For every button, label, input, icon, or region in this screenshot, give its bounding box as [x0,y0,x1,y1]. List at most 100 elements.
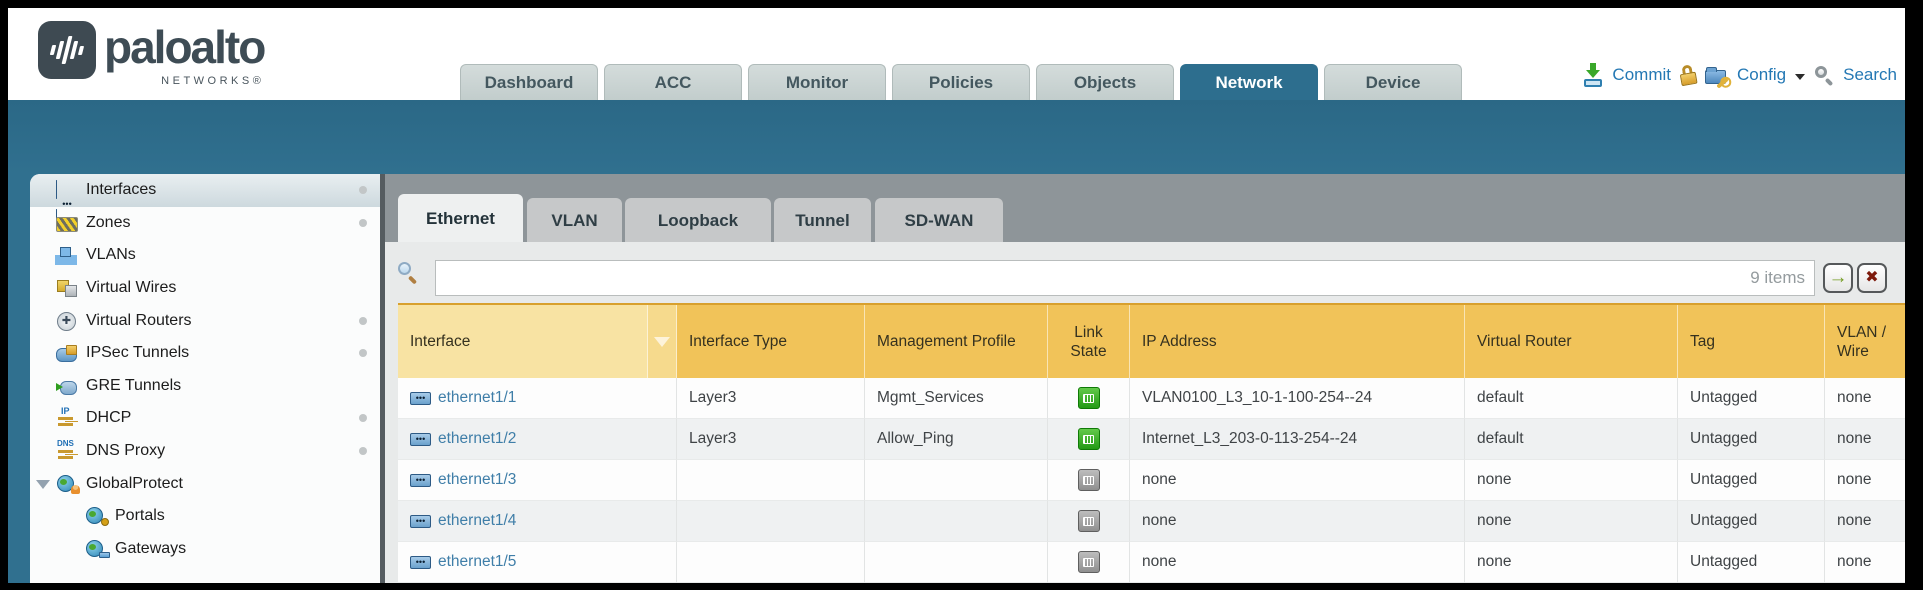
tab-acc[interactable]: ACC [604,64,742,100]
interface-link[interactable]: ethernet1/1 [438,389,516,407]
table-row[interactable]: ethernet1/3 none none Untagged none [398,460,1905,501]
status-dot [359,186,367,194]
column-header-ip-address[interactable]: IP Address [1130,305,1465,378]
column-header-tag[interactable]: Tag [1678,305,1825,378]
vlan-cell: none [1825,419,1905,460]
tab-loopback[interactable]: Loopback [625,198,771,242]
chevron-down-icon[interactable] [1795,74,1805,80]
interface-link[interactable]: ethernet1/5 [438,553,516,571]
sidebar-item-zones[interactable]: Zones [30,207,380,240]
ethernet-interfaces-icon [56,181,78,199]
interface-type-cell: Layer3 [677,378,865,419]
status-dot [359,349,367,357]
ipsec-tunnels-icon [56,344,78,362]
apply-filter-button[interactable]: → [1823,263,1853,293]
gateways-icon [85,540,107,558]
expand-triangle-icon[interactable] [36,480,50,489]
tab-objects[interactable]: Objects [1036,64,1174,100]
sidebar-item-vlans[interactable]: VLANs [30,239,380,272]
app-window: paloalto NETWORKS® Dashboard ACC Monitor… [8,8,1905,583]
column-header-management-profile[interactable]: Management Profile [865,305,1048,378]
interface-link[interactable]: ethernet1/3 [438,471,516,489]
brand-sub-wordmark: NETWORKS® [104,75,264,87]
mgmt-profile-cell [865,501,1048,542]
mgmt-profile-cell [865,542,1048,583]
tab-vlan[interactable]: VLAN [527,198,622,242]
filter-input[interactable] [435,260,1815,296]
sidebar-item-virtual-wires[interactable]: Virtual Wires [30,272,380,305]
column-header-interface[interactable]: Interface [398,305,648,378]
tab-policies[interactable]: Policies [892,64,1030,100]
interfaces-table: ethernet1/1 Layer3 Mgmt_Services VLAN010… [398,378,1905,583]
virtual-router-cell: default [1465,419,1678,460]
vlan-cell: none [1825,378,1905,419]
dns-proxy-icon [56,442,78,460]
virtual-router-cell: default [1465,378,1678,419]
sidebar-item-portals[interactable]: Portals [30,500,380,533]
mgmt-profile-cell [865,460,1048,501]
portals-icon [85,507,107,525]
interface-link[interactable]: ethernet1/2 [438,430,516,448]
sidebar-item-gateways[interactable]: Gateways [30,533,380,566]
table-row[interactable]: ethernet1/1 Layer3 Mgmt_Services VLAN010… [398,378,1905,419]
ip-address-cell: none [1130,460,1465,501]
status-dot [359,447,367,455]
vlan-cell: none [1825,501,1905,542]
vlan-cell: none [1825,542,1905,583]
sidebar-item-ipsec-tunnels[interactable]: IPSec Tunnels [30,337,380,370]
lock-icon[interactable] [1678,64,1697,86]
link-state-down-icon [1078,469,1100,491]
interface-link[interactable]: ethernet1/4 [438,512,516,530]
brand-wordmark: paloalto [104,21,264,73]
virtual-router-cell: none [1465,542,1678,583]
column-header-link-state[interactable]: Link State [1048,305,1130,378]
zones-icon [56,214,78,232]
tag-cell: Untagged [1678,378,1825,419]
virtual-router-cell: none [1465,460,1678,501]
search-icon [1814,65,1834,85]
column-header-interface-type[interactable]: Interface Type [677,305,865,378]
clear-filter-button[interactable]: ✖ [1857,263,1887,293]
ip-address-cell: none [1130,542,1465,583]
sidebar-item-virtual-routers[interactable]: Virtual Routers [30,304,380,337]
virtual-router-cell: none [1465,501,1678,542]
table-row[interactable]: ethernet1/4 none none Untagged none [398,501,1905,542]
sidebar-item-interfaces[interactable]: Interfaces [30,174,380,207]
virtual-routers-icon [56,312,78,330]
tab-sdwan[interactable]: SD-WAN [875,198,1003,242]
status-dot [359,219,367,227]
table-row[interactable]: ethernet1/2 Layer3 Allow_Ping Internet_L… [398,419,1905,460]
interface-type-cell: Layer3 [677,419,865,460]
link-state-up-icon [1078,428,1100,450]
sidebar-item-dhcp[interactable]: DHCP [30,402,380,435]
tab-network[interactable]: Network [1180,64,1318,100]
ethernet-port-icon [410,474,431,487]
tab-ethernet[interactable]: Ethernet [398,194,523,242]
ip-address-cell: none [1130,501,1465,542]
search-button[interactable]: Search [1843,65,1897,85]
ethernet-port-icon [410,392,431,405]
commit-button[interactable]: Commit [1612,65,1671,85]
column-header-vlan-wire[interactable]: VLAN / Wire [1825,305,1905,378]
vlans-icon [56,246,78,264]
sidebar-item-dns-proxy[interactable]: DNS Proxy [30,435,380,468]
tag-cell: Untagged [1678,501,1825,542]
config-icon [1705,65,1728,85]
tab-dashboard[interactable]: Dashboard [460,64,598,100]
tag-cell: Untagged [1678,419,1825,460]
column-header-virtual-router[interactable]: Virtual Router [1465,305,1678,378]
tab-monitor[interactable]: Monitor [748,64,886,100]
mgmt-profile-cell: Allow_Ping [865,419,1048,460]
sidebar-item-gre-tunnels[interactable]: GRE Tunnels [30,370,380,403]
mgmt-profile-cell: Mgmt_Services [865,378,1048,419]
tab-tunnel[interactable]: Tunnel [774,198,871,242]
config-button[interactable]: Config [1737,65,1786,85]
table-row[interactable]: ethernet1/5 none none Untagged none [398,542,1905,583]
dhcp-icon [56,409,78,427]
sort-dropdown-button[interactable] [648,305,677,378]
interface-type-cell [677,460,865,501]
sidebar-item-globalprotect[interactable]: GlobalProtect [30,467,380,500]
sidebar-nav: Interfaces Zones VLANs Virtual Wires Vir… [30,174,380,583]
tab-device[interactable]: Device [1324,64,1462,100]
status-dot [359,317,367,325]
